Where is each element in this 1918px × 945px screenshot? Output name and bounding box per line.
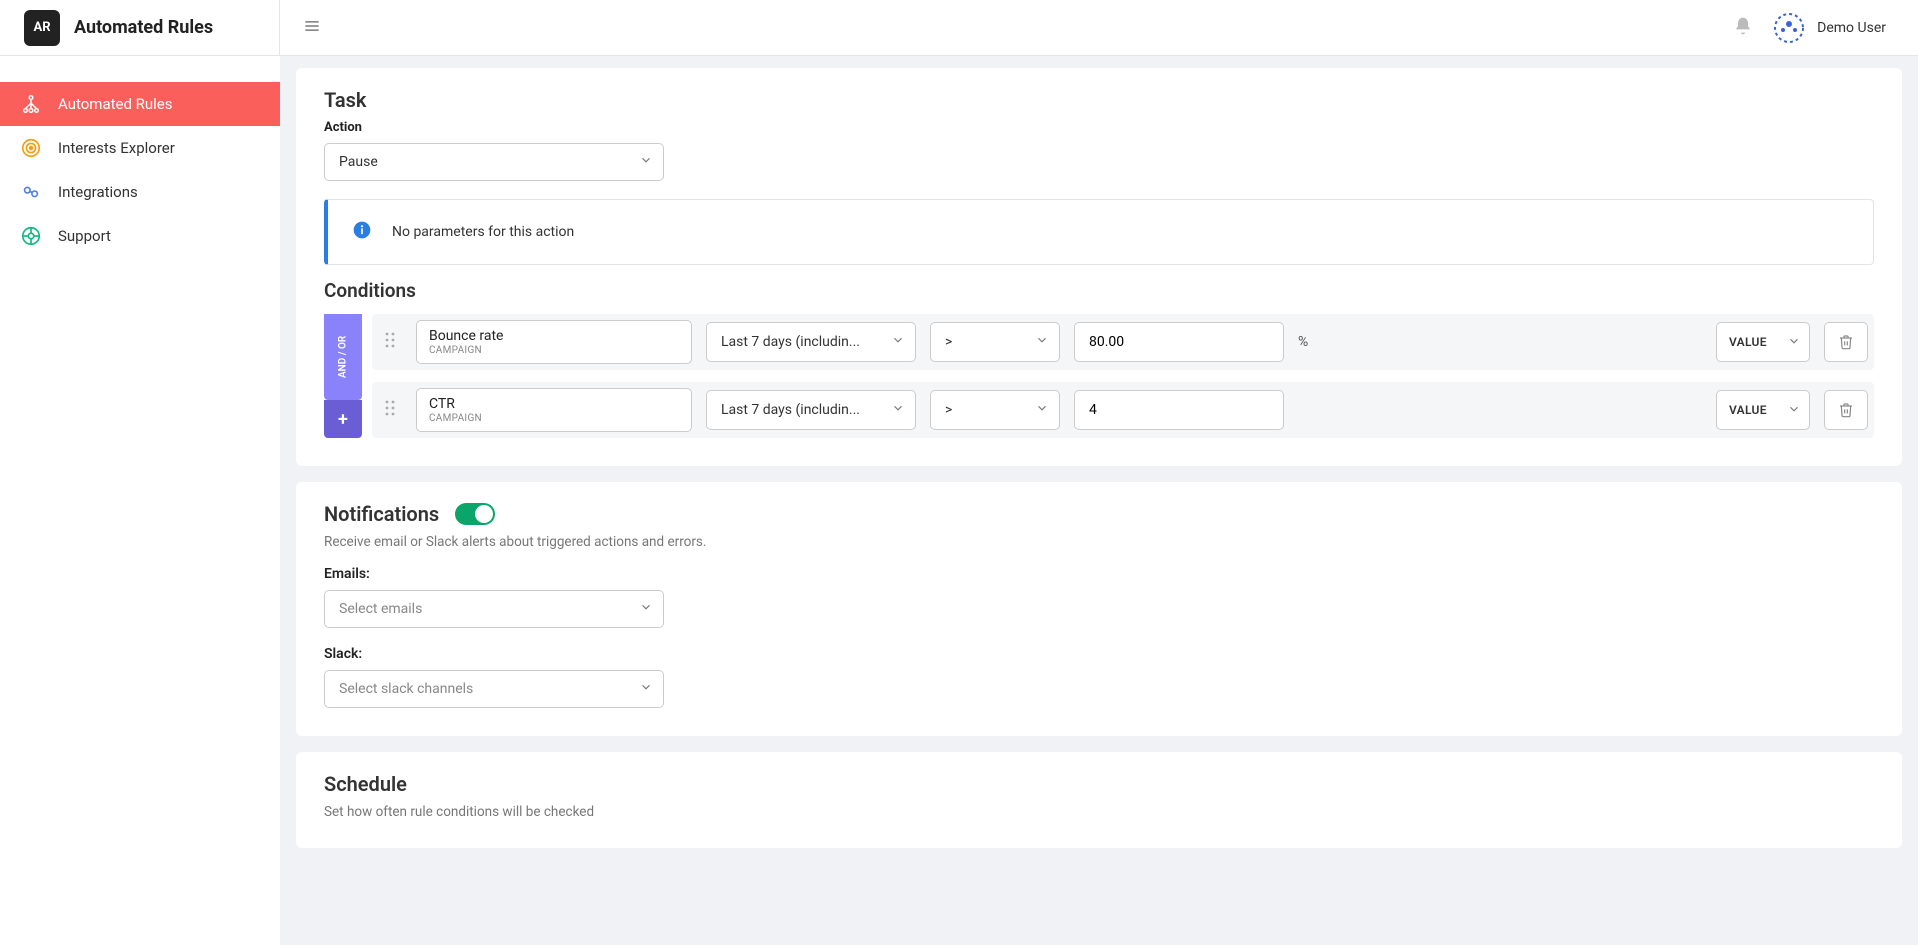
info-text: No parameters for this action <box>392 224 574 240</box>
drag-icon <box>384 399 396 417</box>
metric-scope: CAMPAIGN <box>429 345 679 356</box>
brand: AR Automated Rules <box>0 0 280 55</box>
chevron-down-icon <box>1035 401 1049 419</box>
condition-operator-column: AND / OR + <box>324 314 362 438</box>
value-unit: % <box>1298 334 1322 350</box>
automated-rules-icon <box>20 93 42 115</box>
integrations-icon <box>20 181 42 203</box>
period-value: Last 7 days (includin... <box>721 402 860 418</box>
value-type-label: VALUE <box>1729 403 1767 417</box>
schedule-desc: Set how often rule conditions will be ch… <box>324 804 1874 820</box>
period-select[interactable]: Last 7 days (includin... <box>706 390 916 430</box>
drag-icon <box>384 331 396 349</box>
schedule-card: Schedule Set how often rule conditions w… <box>296 752 1902 848</box>
chevron-down-icon <box>639 153 653 171</box>
brand-logo: AR <box>24 10 60 46</box>
action-selected-value: Pause <box>339 154 378 170</box>
chevron-down-icon <box>891 333 905 351</box>
slack-placeholder: Select slack channels <box>339 681 473 697</box>
trash-icon <box>1838 402 1854 418</box>
menu-toggle-button[interactable] <box>296 10 328 46</box>
bell-icon <box>1733 16 1753 36</box>
operator-value: > <box>945 334 952 350</box>
sidebar-item-integrations[interactable]: Integrations <box>0 170 280 214</box>
conditions-section: Conditions AND / OR + Bounce rate CAMPAI… <box>324 279 1874 438</box>
schedule-title: Schedule <box>324 772 1874 796</box>
notifications-button[interactable] <box>1733 16 1753 40</box>
action-select[interactable]: Pause <box>324 143 664 181</box>
condition-row: CTR CAMPAIGN Last 7 days (includin... > <box>372 382 1874 438</box>
info-icon <box>352 220 372 244</box>
user-menu[interactable]: Demo User <box>1773 12 1886 44</box>
drag-handle[interactable] <box>378 399 402 421</box>
sidebar-item-label: Support <box>58 227 111 245</box>
metric-select[interactable]: CTR CAMPAIGN <box>416 388 692 432</box>
notifications-title: Notifications <box>324 502 439 526</box>
sidebar-item-label: Automated Rules <box>58 95 173 113</box>
notifications-card: Notifications Receive email or Slack ale… <box>296 482 1902 736</box>
emails-label: Emails: <box>324 566 1874 582</box>
chevron-down-icon <box>1787 334 1801 351</box>
sidebar-item-interests-explorer[interactable]: Interests Explorer <box>0 126 280 170</box>
metric-name: Bounce rate <box>429 328 679 345</box>
slack-select[interactable]: Select slack channels <box>324 670 664 708</box>
task-title: Task <box>324 88 1874 112</box>
support-icon <box>20 225 42 247</box>
sidebar-item-label: Interests Explorer <box>58 139 175 157</box>
notifications-toggle[interactable] <box>455 503 495 525</box>
action-info-banner: No parameters for this action <box>324 199 1874 265</box>
operator-value: > <box>945 402 952 418</box>
sidebar: Automated Rules Interests Explorer Integ… <box>0 56 280 945</box>
chevron-down-icon <box>891 401 905 419</box>
app-header: AR Automated Rules Demo User <box>0 0 1918 56</box>
avatar <box>1773 12 1805 44</box>
sidebar-item-support[interactable]: Support <box>0 214 280 258</box>
task-card: Task Action Pause No parameters for this… <box>296 68 1902 466</box>
chevron-down-icon <box>639 600 653 618</box>
delete-condition-button[interactable] <box>1824 390 1868 430</box>
value-type-label: VALUE <box>1729 335 1767 349</box>
chevron-down-icon <box>1035 333 1049 351</box>
value-type-select[interactable]: VALUE <box>1716 322 1810 362</box>
action-label: Action <box>324 120 1874 135</box>
chevron-down-icon <box>1787 402 1801 419</box>
value-type-select[interactable]: VALUE <box>1716 390 1810 430</box>
period-value: Last 7 days (includin... <box>721 334 860 350</box>
notifications-desc: Receive email or Slack alerts about trig… <box>324 534 1874 550</box>
interests-icon <box>20 137 42 159</box>
metric-name: CTR <box>429 396 679 413</box>
trash-icon <box>1838 334 1854 350</box>
value-input[interactable] <box>1074 322 1284 362</box>
sidebar-item-automated-rules[interactable]: Automated Rules <box>0 82 280 126</box>
hamburger-icon <box>302 16 322 36</box>
delete-condition-button[interactable] <box>1824 322 1868 362</box>
metric-select[interactable]: Bounce rate CAMPAIGN <box>416 320 692 364</box>
and-or-toggle[interactable]: AND / OR <box>324 314 362 400</box>
drag-handle[interactable] <box>378 331 402 353</box>
slack-label: Slack: <box>324 646 1874 662</box>
period-select[interactable]: Last 7 days (includin... <box>706 322 916 362</box>
value-input[interactable] <box>1074 390 1284 430</box>
header-right-area: Demo User <box>1733 12 1918 44</box>
main-content[interactable]: Task Action Pause No parameters for this… <box>280 56 1918 945</box>
conditions-title: Conditions <box>324 279 1874 302</box>
emails-select[interactable]: Select emails <box>324 590 664 628</box>
condition-row: Bounce rate CAMPAIGN Last 7 days (includ… <box>372 314 1874 370</box>
metric-scope: CAMPAIGN <box>429 413 679 424</box>
brand-title: Automated Rules <box>74 17 213 38</box>
emails-placeholder: Select emails <box>339 601 422 617</box>
sidebar-item-label: Integrations <box>58 183 138 201</box>
operator-select[interactable]: > <box>930 390 1060 430</box>
header-left-area <box>280 10 328 46</box>
user-name: Demo User <box>1817 20 1886 36</box>
add-condition-button[interactable]: + <box>324 400 362 438</box>
operator-select[interactable]: > <box>930 322 1060 362</box>
chevron-down-icon <box>639 680 653 698</box>
